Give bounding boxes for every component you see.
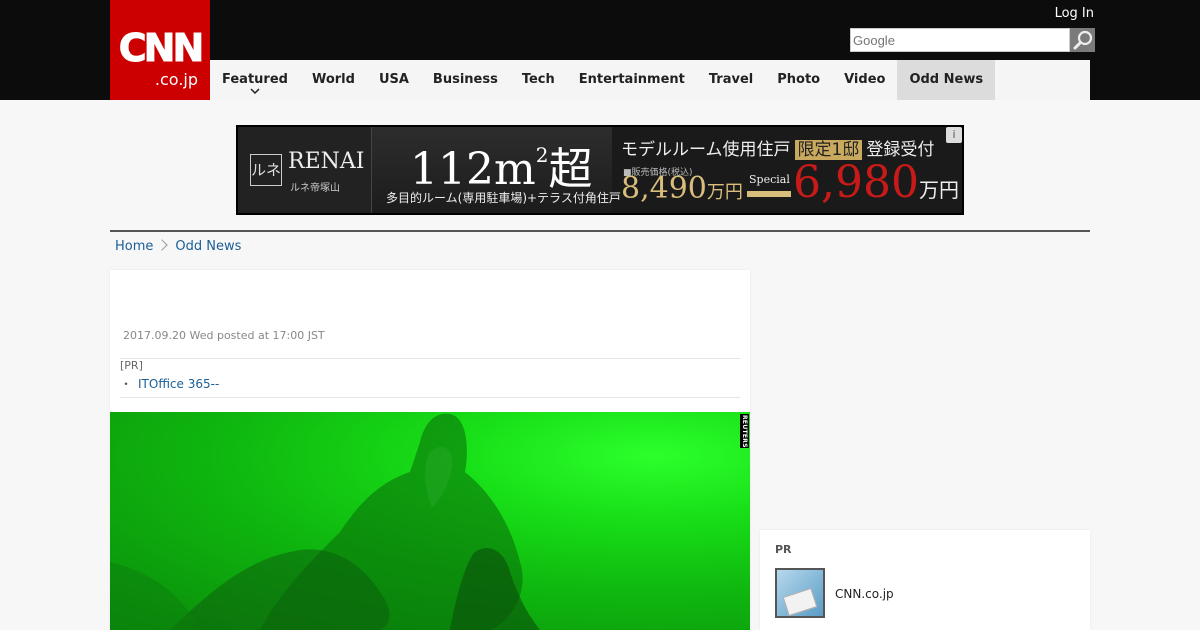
nav-label: Video — [844, 72, 886, 87]
chevron-right-icon — [156, 239, 169, 251]
nav-label: World — [311, 72, 355, 87]
sidebar-pr: PR CNN.co.jp — [760, 530, 1090, 630]
photo-credit: REUTERS — [740, 414, 749, 448]
ad-brand-sub: ルネ帝塚山 — [290, 183, 340, 194]
ad-size: 112m2超 — [410, 133, 592, 197]
nav-label: Business — [432, 72, 498, 87]
nav-odd-news[interactable]: Odd News — [897, 60, 996, 100]
nav-featured[interactable]: Featured — [210, 60, 300, 100]
ad-price-unit: 万円 — [918, 178, 959, 202]
nav-label: Entertainment — [578, 72, 685, 87]
ad-size-suffix: 超 — [548, 144, 593, 195]
ad-size-sup: 2 — [535, 143, 549, 167]
nav-label: Odd News — [909, 72, 984, 87]
breadcrumb-trail: Home Odd News — [115, 239, 241, 254]
ad-price-old-value: 8,490 — [621, 171, 707, 206]
nav-photo[interactable]: Photo — [765, 60, 832, 100]
nav-business[interactable]: Business — [421, 60, 510, 100]
breadcrumb: Home Odd News — [110, 230, 1090, 260]
article-photo[interactable]: REUTERS — [110, 412, 750, 630]
ad-price-unit: 万円 — [706, 182, 743, 203]
sidebar-pr-thumbnail[interactable] — [775, 568, 825, 618]
article-card: 2017.09.20 Wed posted at 17:00 JST [PR] … — [110, 270, 750, 630]
breadcrumb-current[interactable]: Odd News — [175, 239, 241, 254]
sidebar-pr-link[interactable]: CNN.co.jp — [835, 587, 894, 601]
ad-brand-name: RENAI — [288, 149, 365, 174]
site-header: CNN .co.jp Log In Featured World USA Bus… — [0, 0, 1200, 100]
search-icon — [1073, 30, 1093, 50]
nav-label: Photo — [777, 72, 821, 87]
ad-price-new: 6,980万円 — [793, 157, 959, 208]
nav-tech[interactable]: Tech — [510, 60, 567, 100]
logo-domain: .co.jp — [154, 70, 198, 89]
nav-entertainment[interactable]: Entertainment — [567, 60, 697, 100]
pr-link[interactable]: ITOffice 365-- — [138, 377, 219, 391]
ad-info-icon[interactable]: i — [946, 127, 962, 143]
ad-size-panel: 112m2超 多目的ルーム(専用駐車場)+テラス付角住戸 — [372, 127, 621, 213]
pr-block: [PR] ・ ITOffice 365-- — [120, 358, 740, 398]
nav-label: Travel — [708, 72, 754, 87]
ad-brand-panel: ルネ RENAI ルネ帝塚山 — [238, 127, 372, 213]
bullet: ・ — [120, 377, 133, 391]
main-nav: Featured World USA Business Tech Enterta… — [210, 60, 1090, 100]
ad-model-text: モデルルーム使用住戸 — [621, 140, 791, 160]
logo-text: CNN — [118, 26, 205, 71]
cnn-logo[interactable]: CNN .co.jp — [110, 0, 210, 100]
sidebar-pr-label: PR — [775, 543, 792, 556]
nav-label: Featured — [222, 72, 288, 87]
pr-label: [PR] — [120, 359, 143, 372]
nav-label: USA — [378, 72, 409, 87]
nav-world[interactable]: World — [300, 60, 367, 100]
search-button[interactable] — [1070, 28, 1095, 52]
banner-ad[interactable]: ルネ RENAI ルネ帝塚山 112m2超 多目的ルーム(専用駐車場)+テラス付… — [236, 125, 964, 215]
ad-special: Special — [749, 173, 790, 186]
nav-usa[interactable]: USA — [367, 60, 421, 100]
arrow-right-icon — [747, 191, 791, 197]
ad-rooms: 多目的ルーム(専用駐車場)+テラス付角住戸 — [386, 191, 621, 205]
search-input[interactable] — [850, 28, 1070, 52]
ad-price-new-value: 6,980 — [793, 157, 919, 208]
article-dateline: 2017.09.20 Wed posted at 17:00 JST — [123, 329, 325, 342]
nav-travel[interactable]: Travel — [697, 60, 765, 100]
ad-price-old: 8,490万円 — [621, 171, 743, 206]
photo-scene — [110, 413, 540, 630]
breadcrumb-home[interactable]: Home — [115, 239, 153, 254]
ad-price-panel: モデルルーム使用住戸 限定1邸 登録受付 ■販売価格(税込) 8,490万円 Spe… — [613, 127, 962, 213]
nav-label: Tech — [521, 72, 555, 87]
ad-size-value: 112m — [410, 144, 536, 195]
ad-brand-mark: ルネ — [250, 154, 282, 186]
envelope-icon — [782, 587, 818, 616]
pr-item: ・ ITOffice 365-- — [120, 375, 219, 392]
nav-video[interactable]: Video — [832, 60, 897, 100]
login-link[interactable]: Log In — [1055, 6, 1094, 21]
chevron-down-icon — [250, 88, 260, 94]
